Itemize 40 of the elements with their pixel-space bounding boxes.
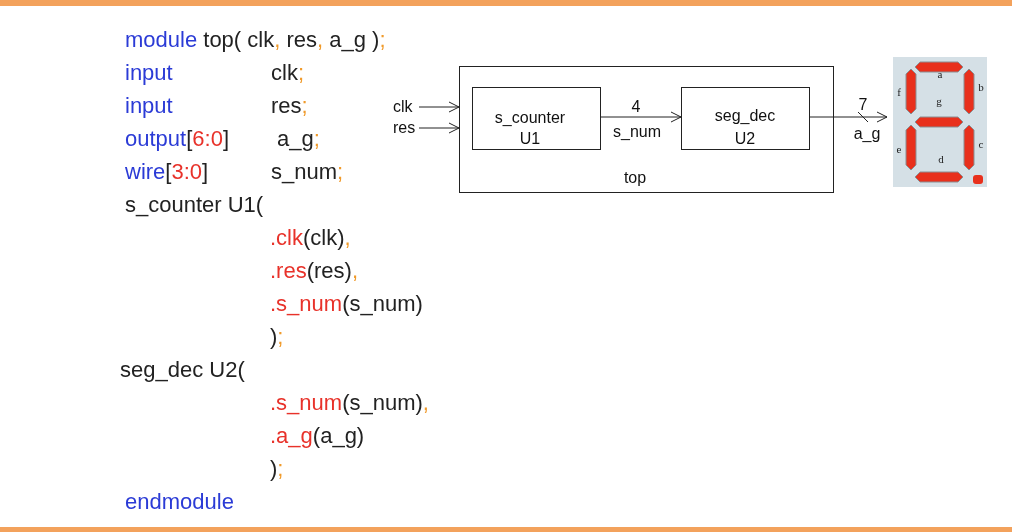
code-text: ); <box>270 323 284 351</box>
code-text: .clk(clk), <box>270 224 351 252</box>
code-text: wire[3:0] <box>125 158 210 186</box>
segment-label: g <box>936 95 942 107</box>
segment-label: f <box>897 86 901 98</box>
code-text: s_num; <box>271 158 344 186</box>
arrow <box>418 101 460 113</box>
code-text: .s_num(s_num) <box>270 290 423 318</box>
code-text: .a_g(a_g) <box>270 422 365 450</box>
code-text: clk; <box>271 59 304 87</box>
code-text: ); <box>270 455 284 483</box>
code-text: .s_num(s_num), <box>270 389 429 417</box>
segment-label: e <box>896 143 902 155</box>
bus-slash <box>857 111 869 123</box>
signal-label: a_g <box>853 125 881 142</box>
signal-label: s_num <box>613 123 661 140</box>
block-instance: U2 <box>734 130 756 147</box>
segment-label: b <box>978 81 984 93</box>
code-text: .res(res), <box>270 257 359 285</box>
code-text: output[6:0] <box>125 125 230 153</box>
code-text: input <box>125 92 174 120</box>
block-name: s_counter <box>494 109 566 126</box>
bus-width: 7 <box>858 96 868 113</box>
code-text: s_counter U1( <box>125 191 264 219</box>
bus-width: 4 <box>631 98 641 115</box>
segment-label: c <box>978 138 984 150</box>
block-name: seg_dec <box>714 107 776 124</box>
segment-label: d <box>938 153 944 165</box>
signal-label: res <box>393 119 416 136</box>
code-text: endmodule <box>125 488 234 516</box>
code-text: input <box>125 59 174 87</box>
code-text: a_g; <box>276 125 320 153</box>
arrow <box>418 122 460 134</box>
signal-label: clk <box>393 98 413 115</box>
code-text: res; <box>271 92 308 120</box>
code-text: seg_dec U2( <box>120 356 245 384</box>
code-text: module top( clk, res, a_g ); <box>125 26 386 54</box>
module-name: top <box>623 169 647 186</box>
segment-label: a <box>937 68 943 80</box>
block-instance: U1 <box>519 130 541 147</box>
